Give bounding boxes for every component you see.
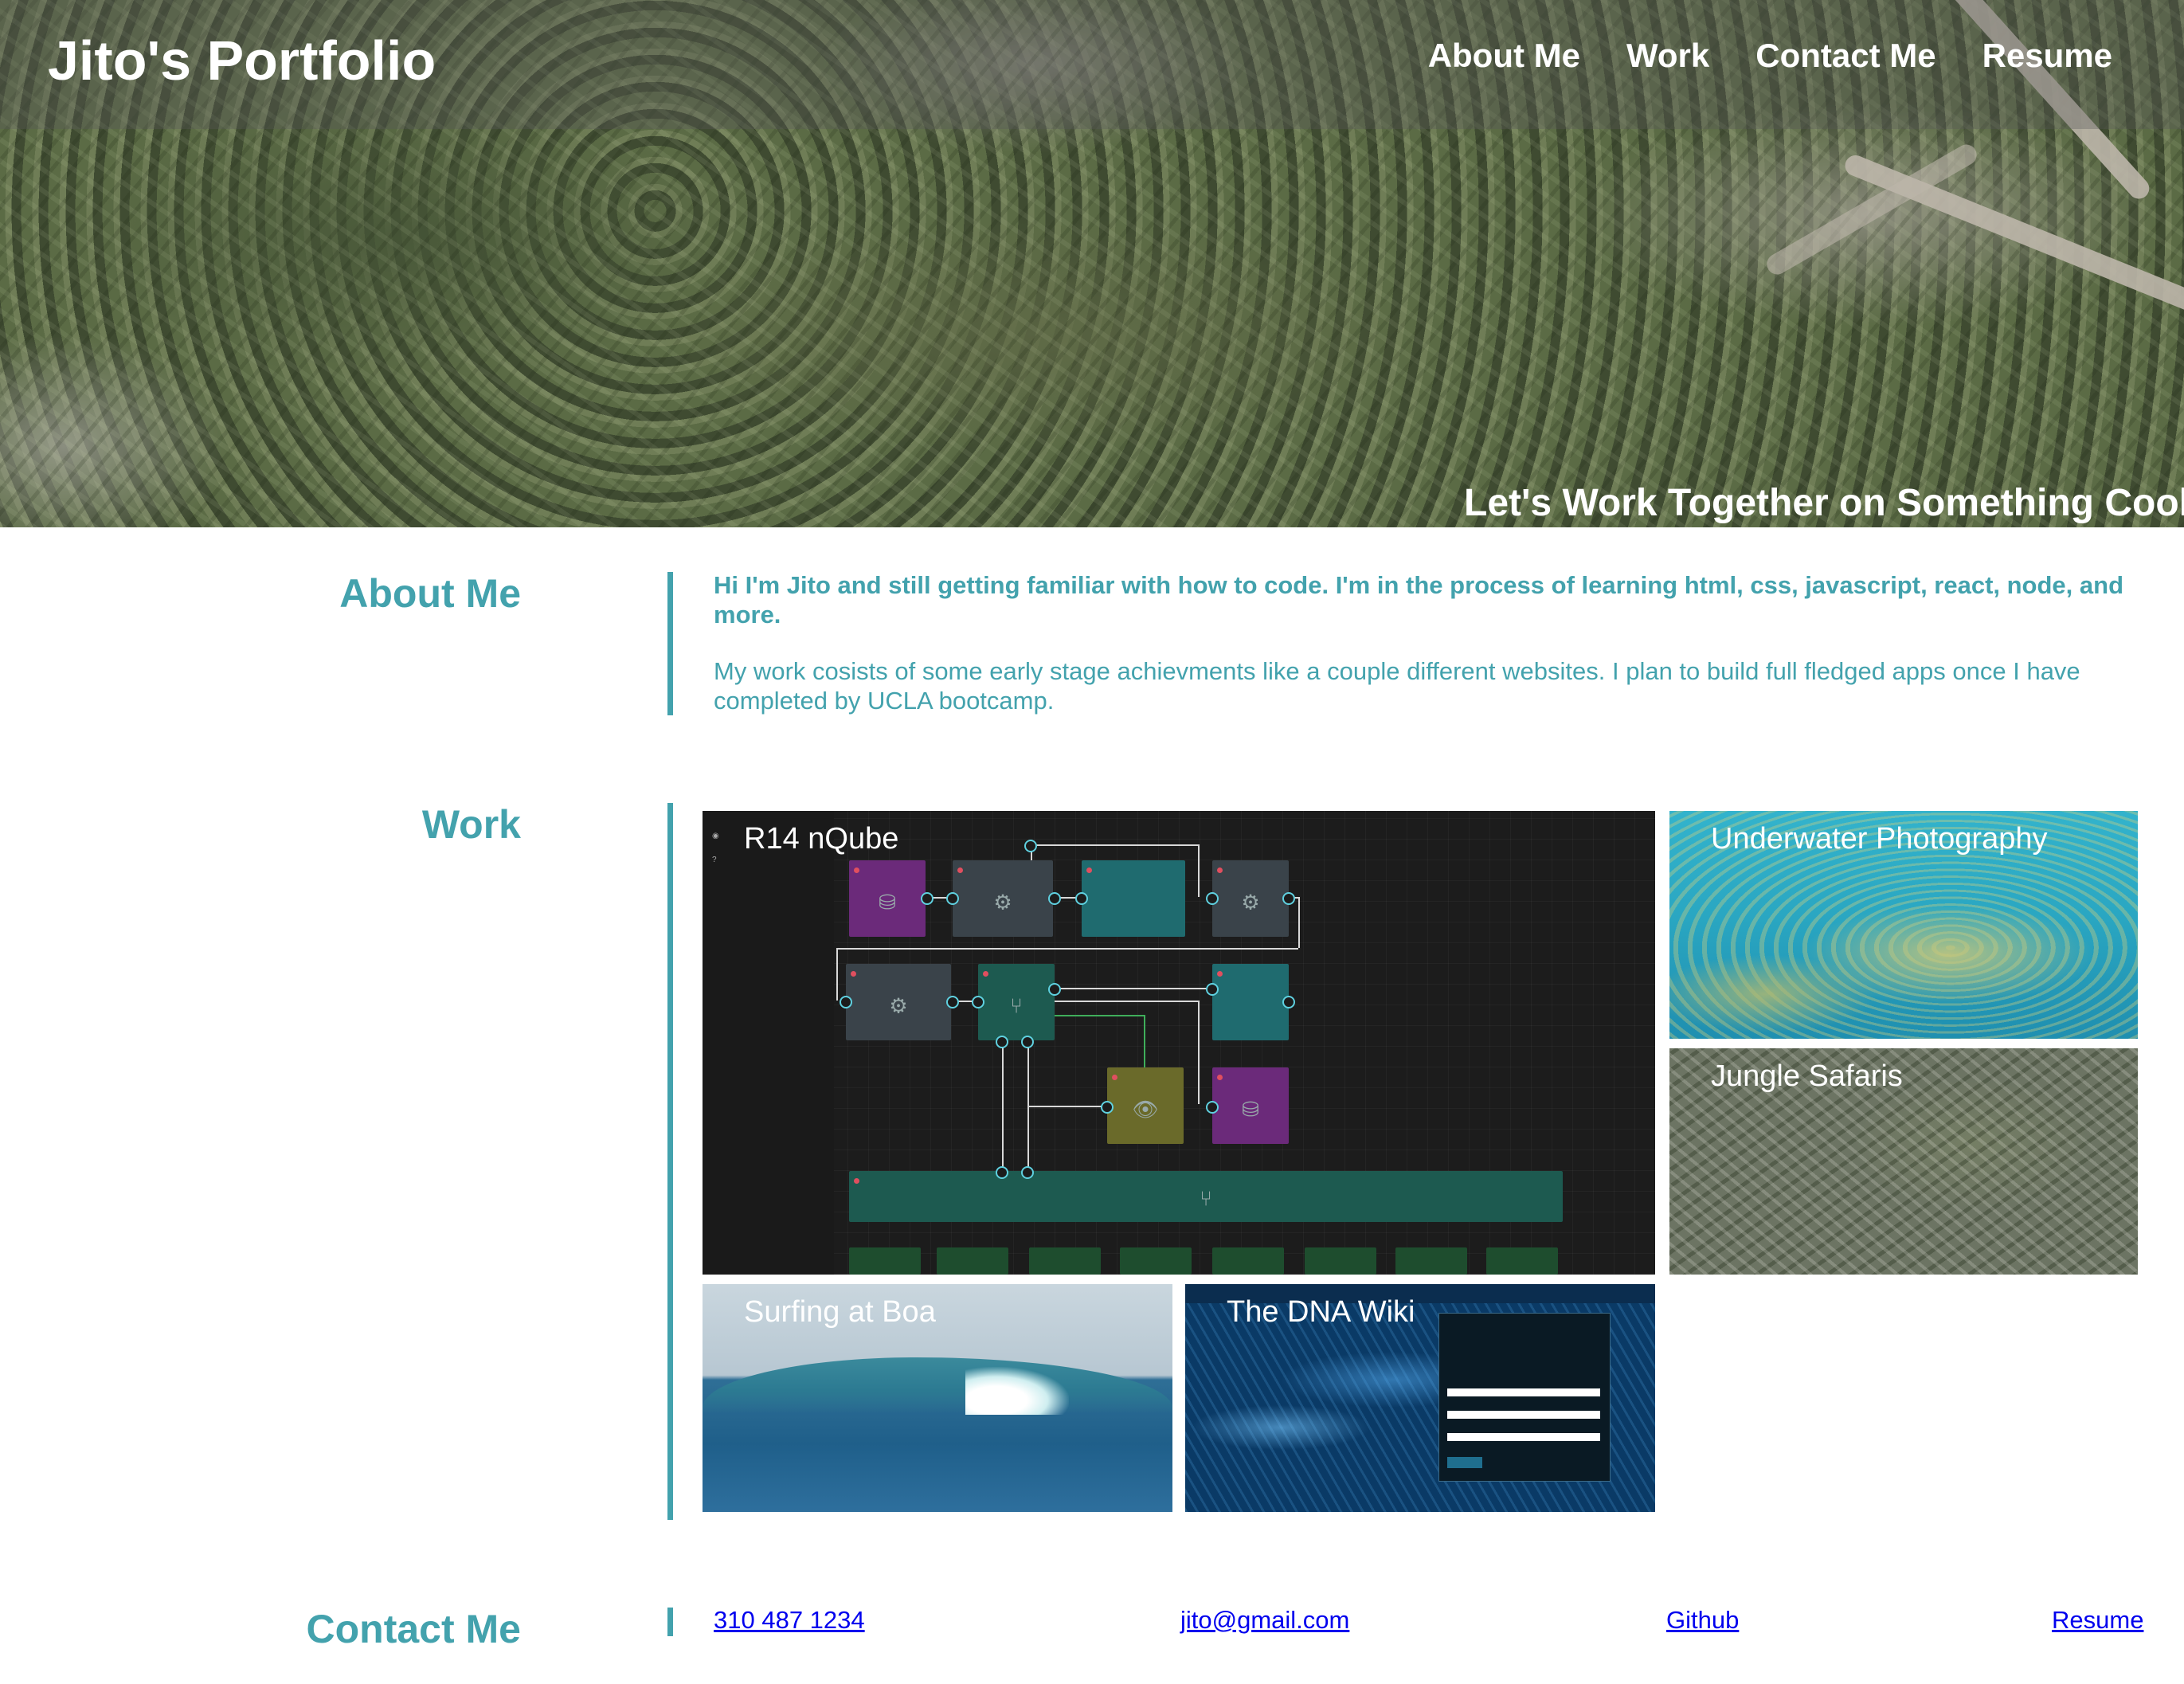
nav-work[interactable]: Work xyxy=(1626,37,1709,75)
workflow-port xyxy=(921,892,933,905)
about-divider xyxy=(667,572,673,715)
workflow-wire xyxy=(836,948,838,1001)
branch-icon: ⑂ xyxy=(1200,1186,1212,1211)
workflow-node-small xyxy=(1120,1247,1192,1275)
workflow-node: ⛁ xyxy=(1212,1067,1289,1144)
wave-shape xyxy=(703,1357,1172,1413)
workflow-wire xyxy=(1027,1106,1107,1107)
workflow-node-small xyxy=(1305,1247,1376,1275)
main-nav: About Me Work Contact Me Resume xyxy=(1428,37,2112,75)
sidebar-help-icon: ? xyxy=(712,856,717,864)
contact-divider xyxy=(667,1608,673,1636)
workflow-node-wide: ⑂ xyxy=(849,1171,1563,1222)
workflow-node-small xyxy=(1029,1247,1101,1275)
workflow-node: ⚙ xyxy=(1212,860,1289,937)
gears-icon: ⚙ xyxy=(1241,890,1260,914)
workflow-port xyxy=(996,1036,1008,1048)
contact-resume-link[interactable]: Resume xyxy=(2052,1606,2143,1635)
workflow-wire xyxy=(836,948,1298,950)
gears-icon: ⚙ xyxy=(993,890,1012,914)
workflow-port xyxy=(1206,892,1219,905)
site-title[interactable]: Jito's Portfolio xyxy=(48,29,436,92)
app-sidebar: ◉ ? xyxy=(703,811,834,1275)
nav-contact-me[interactable]: Contact Me xyxy=(1755,37,1935,75)
workflow-port xyxy=(946,892,959,905)
work-divider xyxy=(667,803,673,1520)
branch-icon: ⑂ xyxy=(1010,993,1023,1018)
project-title-r14-nqube: R14 nQube xyxy=(744,822,899,856)
workflow-wire xyxy=(1055,1015,1144,1016)
workflow-wire xyxy=(1055,988,1212,989)
project-tile-the-dna-wiki[interactable]: The DNA Wiki xyxy=(1185,1284,1655,1512)
database-icon: ⛁ xyxy=(879,890,896,914)
nav-resume[interactable]: Resume xyxy=(1982,37,2112,75)
workflow-port xyxy=(1282,892,1295,905)
workflow-wire xyxy=(1002,1040,1004,1171)
workflow-node-small xyxy=(1486,1247,1558,1275)
nav-about-me[interactable]: About Me xyxy=(1428,37,1580,75)
workflow-port xyxy=(996,1166,1008,1179)
workflow-node: ⑂ xyxy=(978,964,1055,1040)
form-field-preview xyxy=(1447,1411,1600,1419)
hero-banner: Jito's Portfolio About Me Work Contact M… xyxy=(0,0,2184,527)
contact-phone-link[interactable]: 310 487 1234 xyxy=(714,1606,865,1635)
workflow-node: ⛁ xyxy=(849,860,926,937)
workflow-wire xyxy=(1198,1001,1200,1104)
gears-icon: ⚙ xyxy=(889,993,908,1018)
dna-site-form-preview xyxy=(1438,1313,1611,1482)
wave-foam xyxy=(965,1367,1069,1415)
project-tile-underwater-photography[interactable]: Underwater Photography xyxy=(1669,811,2138,1039)
workflow-port xyxy=(1048,983,1061,996)
workflow-port xyxy=(1048,892,1061,905)
workflow-port xyxy=(946,996,959,1008)
workflow-port xyxy=(840,996,852,1008)
workflow-wire xyxy=(1144,1015,1145,1067)
workflow-port xyxy=(1206,983,1219,996)
contact-me-heading: Contact Me xyxy=(306,1607,521,1651)
form-button-preview xyxy=(1447,1457,1482,1468)
project-tile-jungle-safaris[interactable]: Jungle Safaris xyxy=(1669,1048,2138,1275)
workflow-node: ⚙ xyxy=(953,860,1053,937)
workflow-wire xyxy=(1298,897,1300,948)
sidebar-user-icon: ◉ xyxy=(712,832,719,840)
workflow-port xyxy=(1024,840,1037,852)
eye-icon: 👁 xyxy=(1132,1097,1159,1122)
form-field-preview xyxy=(1447,1388,1600,1396)
workflow-port xyxy=(1021,1166,1034,1179)
workflow-wire xyxy=(1055,1001,1198,1002)
project-title-the-dna-wiki: The DNA Wiki xyxy=(1227,1295,1415,1329)
work-heading: Work xyxy=(421,802,521,847)
workflow-node-small xyxy=(1395,1247,1467,1275)
project-title-jungle-safaris: Jungle Safaris xyxy=(1711,1059,1903,1093)
project-tile-r14-nqube[interactable]: ◉ ? ⛁ ⚙ ⚙ ⚙ ⑂ 👁 ⛁ ⑂ R14 nQube xyxy=(703,811,1655,1275)
about-intro: Hi I'm Jito and still getting familiar w… xyxy=(714,571,2124,629)
workflow-wire xyxy=(1031,844,1198,846)
hero-tagline: Let's Work Together on Something Cool xyxy=(1464,482,2184,524)
workflow-port xyxy=(972,996,984,1008)
contact-github-link[interactable]: Github xyxy=(1666,1606,1739,1635)
workflow-node xyxy=(1212,964,1289,1040)
workflow-node: 👁 xyxy=(1107,1067,1184,1144)
project-title-underwater-photography: Underwater Photography xyxy=(1711,822,2048,856)
contact-email-link[interactable]: jito@gmail.com xyxy=(1180,1606,1349,1635)
workflow-port xyxy=(1206,1101,1219,1114)
workflow-node xyxy=(1082,860,1185,937)
workflow-node-small xyxy=(937,1247,1008,1275)
project-tile-surfing-at-boa[interactable]: Surfing at Boa xyxy=(703,1284,1172,1512)
workflow-node: ⚙ xyxy=(846,964,951,1040)
workflow-port xyxy=(1101,1101,1114,1114)
project-title-surfing-at-boa: Surfing at Boa xyxy=(744,1295,936,1329)
workflow-node-small xyxy=(1212,1247,1284,1275)
workflow-port xyxy=(1282,996,1295,1008)
about-me-heading: About Me xyxy=(339,571,521,616)
form-field-preview xyxy=(1447,1433,1600,1441)
workflow-node-small xyxy=(849,1247,921,1275)
workflow-wire xyxy=(1198,844,1200,897)
workflow-port xyxy=(1021,1036,1034,1048)
database-icon: ⛁ xyxy=(1242,1097,1259,1122)
workflow-port xyxy=(1075,892,1088,905)
about-body: My work cosists of some early stage achi… xyxy=(714,657,2080,715)
